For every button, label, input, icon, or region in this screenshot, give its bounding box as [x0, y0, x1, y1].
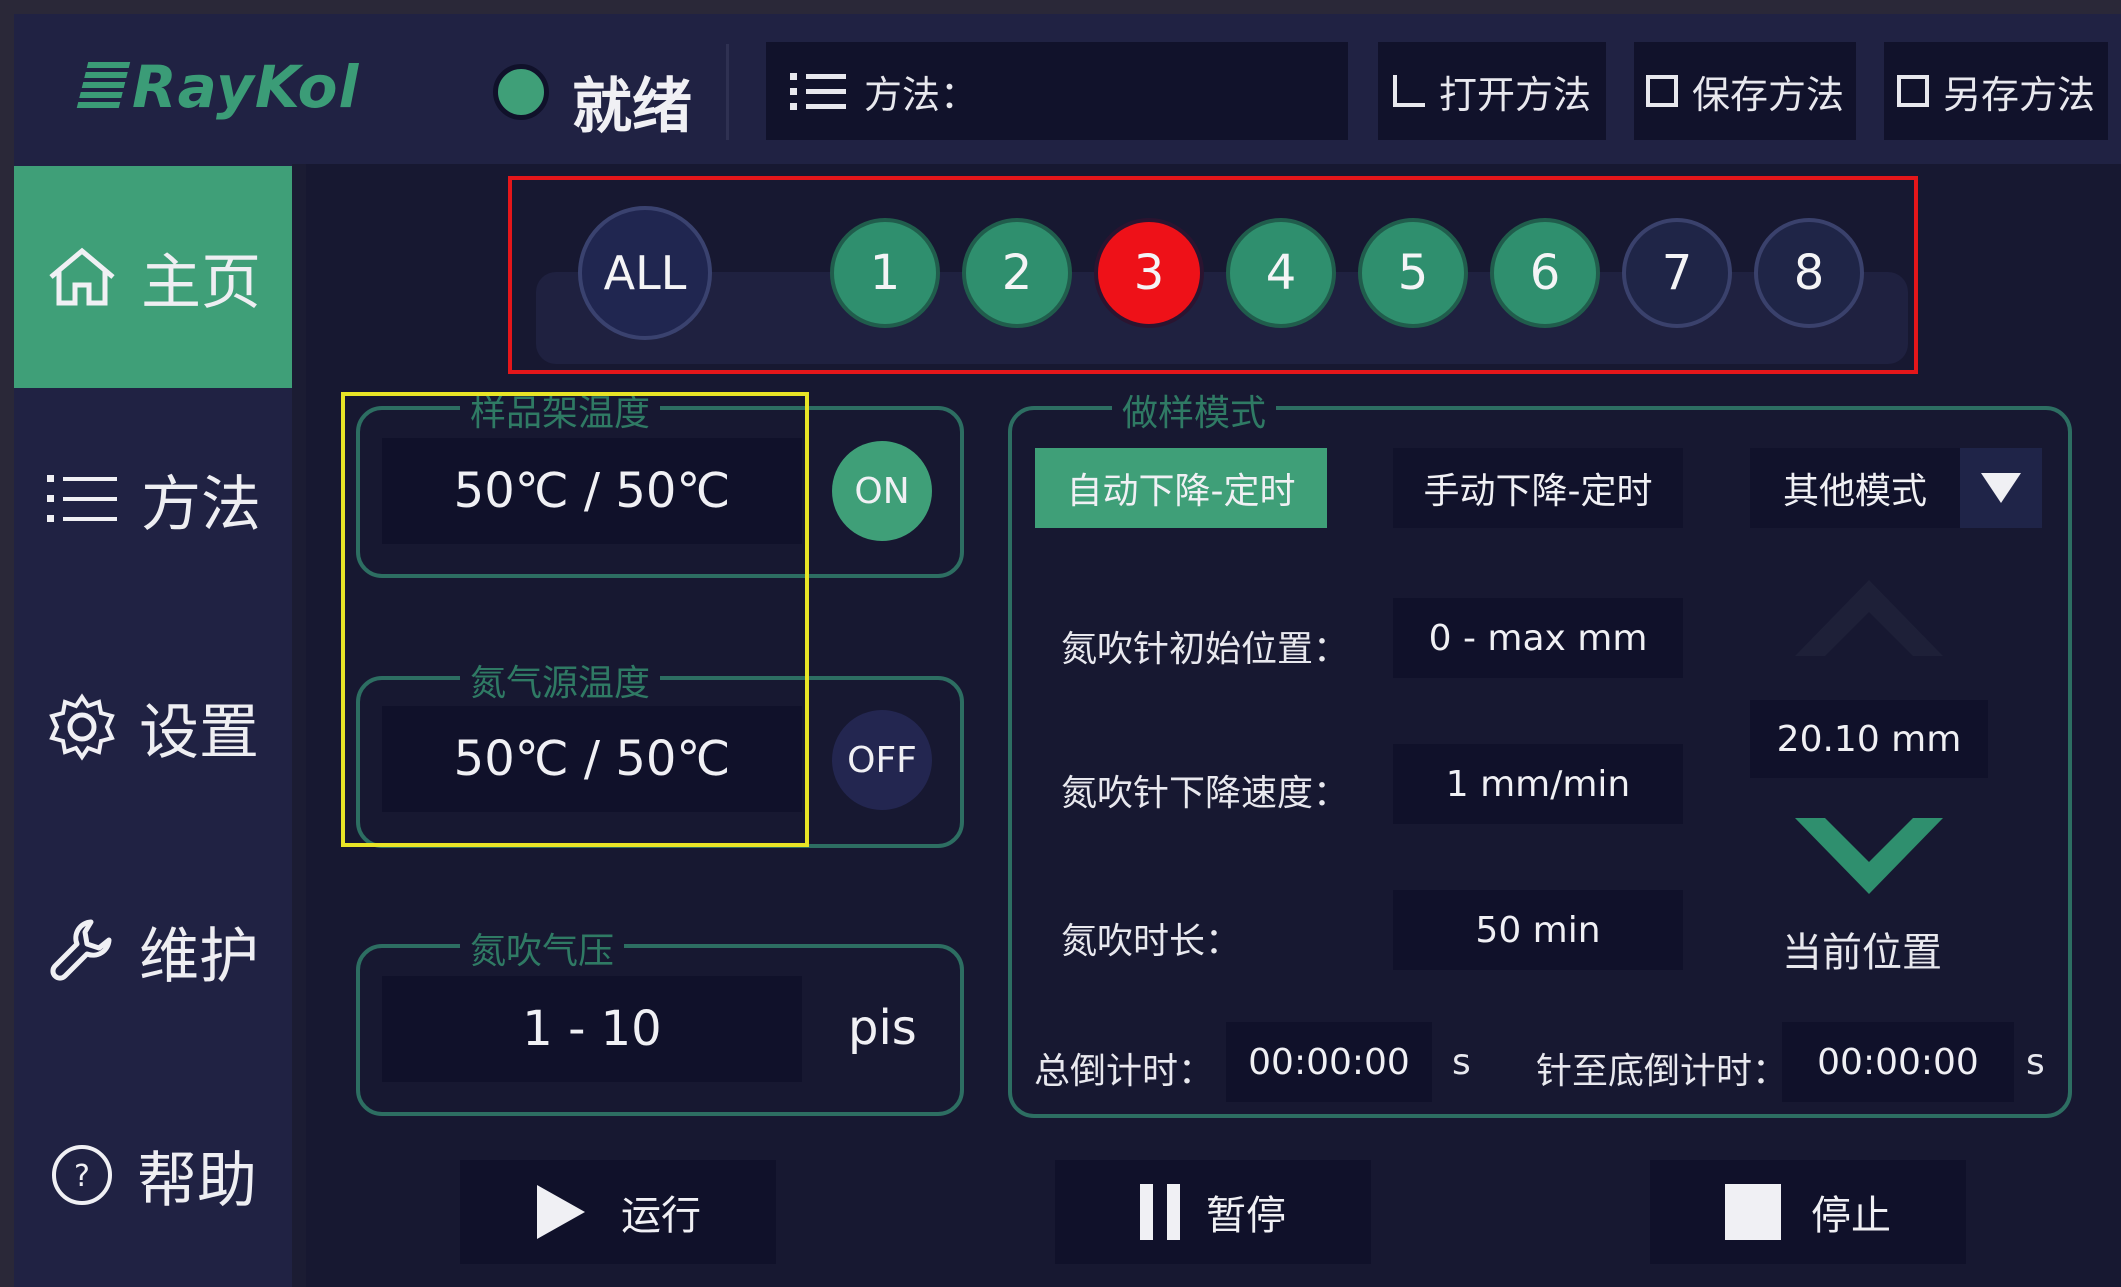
run-label: 运行 [621, 1193, 701, 1239]
needle-initial-position-field[interactable]: 0 - max mm [1393, 598, 1683, 678]
temperature-highlight-box [341, 392, 809, 847]
svg-text:?: ? [74, 1159, 90, 1194]
sidebar-item-maintenance[interactable]: 维护 [14, 840, 292, 1062]
status-text: 就绪 [572, 72, 692, 142]
chevron-up-icon[interactable] [1795, 580, 1943, 656]
nitrogen-source-temp-toggle[interactable]: OFF [832, 710, 932, 810]
sampling-mode-title: 做样模式 [1112, 384, 1277, 436]
sidebar-item-settings[interactable]: 设置 [14, 616, 292, 838]
channel-4-button[interactable]: 4 [1226, 218, 1336, 328]
channel-5-button[interactable]: 5 [1358, 218, 1468, 328]
channel-2-button[interactable]: 2 [962, 218, 1072, 328]
pause-icon [1140, 1184, 1180, 1240]
needle-countdown-label: 针至底倒计时： [1536, 1051, 1789, 1092]
save-method-button[interactable]: 保存方法 [1634, 42, 1856, 140]
sidebar-item-label: 方法 [141, 469, 261, 540]
gear-icon [49, 693, 115, 761]
sidebar-item-label: 维护 [139, 921, 259, 992]
save-as-method-label: 另存方法 [1942, 72, 2095, 117]
channel-6-button[interactable]: 6 [1490, 218, 1600, 328]
logo-text: RayKol [132, 53, 360, 121]
raykol-logo: RayKol [75, 52, 360, 122]
channel-all-button[interactable]: ALL [578, 206, 712, 340]
method-label: 方法： [864, 72, 979, 117]
run-button[interactable]: 运行 [460, 1160, 776, 1264]
needle-countdown-unit: s [2026, 1042, 2045, 1083]
save-icon [1645, 75, 1678, 107]
dropdown-arrow-icon [1960, 448, 2042, 528]
save-method-label: 保存方法 [1691, 72, 1844, 117]
sample-rack-temp-toggle[interactable]: ON [832, 441, 932, 541]
param-label: 氮吹时长： [1061, 921, 1242, 962]
status-indicator [493, 64, 549, 120]
current-position-label: 当前位置 [1782, 930, 1942, 976]
open-method-label: 打开方法 [1438, 72, 1591, 117]
list-icon [790, 69, 846, 113]
needle-countdown-value: 00:00:00 [1782, 1022, 2014, 1102]
home-icon [49, 247, 115, 306]
channel-1-button[interactable]: 1 [830, 218, 940, 328]
mode-manual-timed-button[interactable]: 手动下降-定时 [1393, 448, 1683, 528]
open-method-button[interactable]: 打开方法 [1378, 42, 1606, 140]
other-mode-value: 其他模式 [1782, 471, 1927, 512]
stop-button[interactable]: 停止 [1650, 1160, 1966, 1264]
sidebar-item-help[interactable]: ? 帮助 [14, 1064, 292, 1286]
total-countdown-label: 总倒计时： [1034, 1051, 1215, 1092]
pause-label: 暂停 [1206, 1193, 1286, 1239]
wrench-icon [50, 919, 112, 981]
param-label: 氮吹针下降速度： [1061, 773, 1350, 814]
sidebar-item-label: 主页 [141, 247, 261, 318]
sidebar-item-label: 设置 [139, 697, 259, 768]
sidebar-item-label: 帮助 [137, 1145, 257, 1216]
pause-button[interactable]: 暂停 [1055, 1160, 1371, 1264]
save-as-icon [1896, 75, 1929, 107]
method-display: 方法： [766, 42, 1348, 140]
logo-mark-icon [75, 62, 131, 112]
save-as-method-button[interactable]: 另存方法 [1884, 42, 2108, 140]
mode-auto-timed-button[interactable]: 自动下降-定时 [1035, 448, 1327, 528]
header-divider [726, 44, 729, 140]
total-countdown-value: 00:00:00 [1226, 1022, 1432, 1102]
nitrogen-pressure-unit: pis [848, 1000, 917, 1056]
chevron-down-icon[interactable] [1795, 818, 1943, 894]
param-label: 氮吹针初始位置： [1061, 629, 1350, 670]
total-countdown-unit: s [1452, 1042, 1471, 1083]
nitrogen-pressure-title: 氮吹气压 [460, 922, 625, 974]
nitrogen-pressure-value[interactable]: 1 - 10 [382, 976, 802, 1082]
other-mode-select[interactable]: 其他模式 [1750, 448, 2042, 528]
blow-duration-field[interactable]: 50 min [1393, 890, 1683, 970]
open-icon [1392, 75, 1425, 107]
sidebar-item-method[interactable]: 方法 [14, 388, 292, 610]
play-icon [537, 1185, 585, 1239]
channel-8-button[interactable]: 8 [1754, 218, 1864, 328]
stop-icon [1725, 1184, 1781, 1240]
channel-7-button[interactable]: 7 [1622, 218, 1732, 328]
list-icon [47, 475, 117, 522]
needle-descent-speed-field[interactable]: 1 mm/min [1393, 744, 1683, 824]
channel-3-button[interactable]: 3 [1094, 218, 1204, 328]
sidebar-item-home[interactable]: 主页 [14, 166, 292, 388]
stop-label: 停止 [1811, 1193, 1891, 1239]
current-position-value: 20.10 mm [1750, 700, 1988, 778]
help-icon: ? [52, 1145, 112, 1205]
